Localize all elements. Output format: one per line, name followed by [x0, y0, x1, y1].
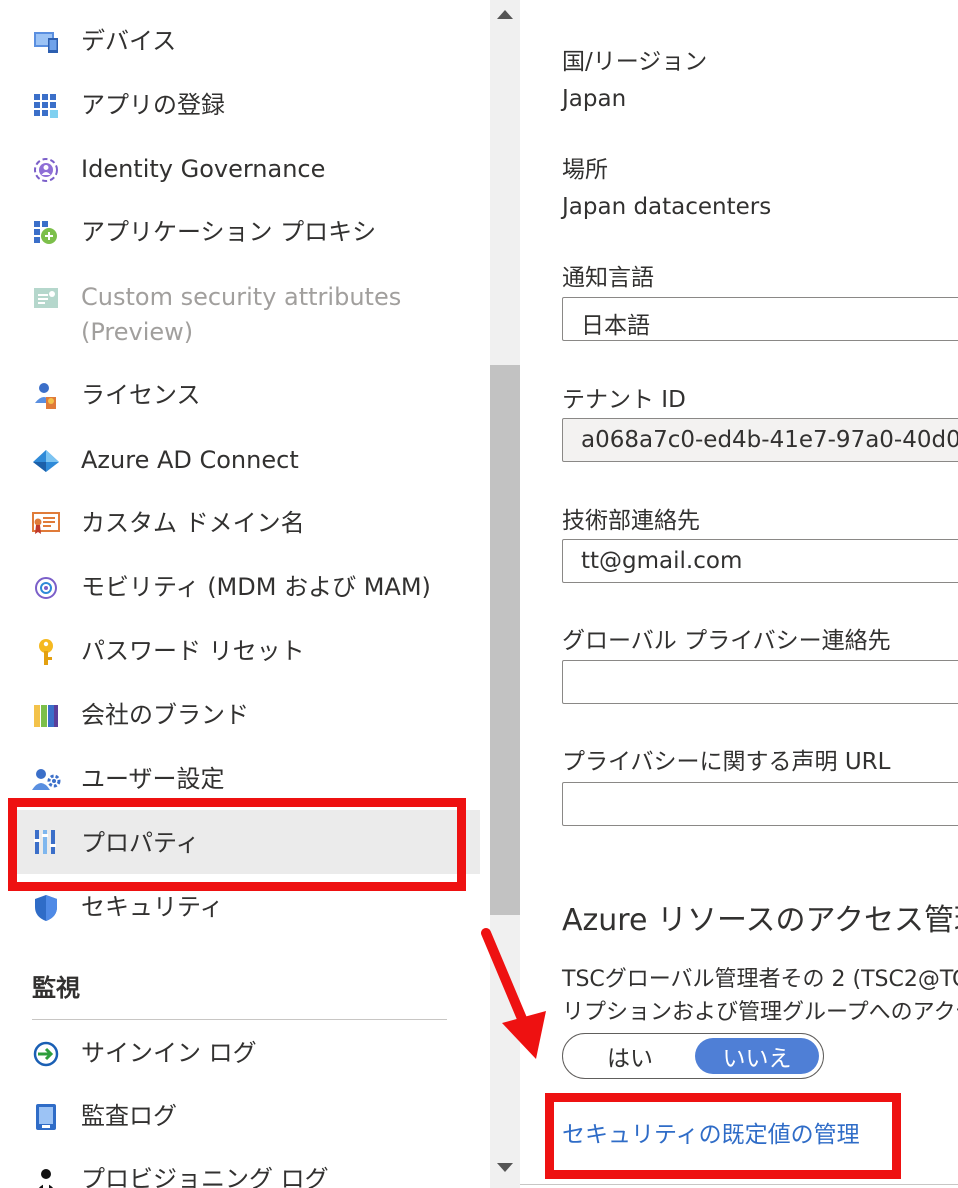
annotation-highlight-manage-link — [545, 1093, 901, 1179]
shield-icon — [30, 892, 62, 924]
sidebar-item-label: Identity Governance — [81, 155, 326, 183]
global-privacy-contact-label: グローバル プライバシー連絡先 — [562, 628, 891, 654]
app-proxy-icon — [30, 217, 62, 249]
sidebar-item-app-registrations[interactable]: アプリの登録 — [10, 88, 480, 128]
app-registration-icon — [30, 90, 62, 122]
panel-bottom-divider — [520, 1184, 958, 1185]
sidebar-item-user-settings[interactable]: ユーザー設定 — [10, 762, 480, 802]
sidebar-item-label: デバイス — [81, 27, 177, 55]
provisioning-icon — [30, 1164, 62, 1188]
azure-access-description-line1: TSCグローバル管理者その 2 (TSC2@TC — [562, 967, 958, 992]
sidebar-item-label: Azure AD Connect — [81, 446, 299, 474]
tenant-id-field[interactable]: a068a7c0-ed4b-41e7-97a0-40d0 — [562, 418, 958, 462]
audit-log-icon — [30, 1101, 62, 1133]
tenant-id-label: テナント ID — [562, 387, 686, 413]
sidebar-item-label: 監査ログ — [81, 1102, 177, 1130]
country-value: Japan — [562, 86, 627, 112]
scrollbar-thumb[interactable] — [490, 365, 520, 915]
toggle-option-yes[interactable]: はい — [567, 1038, 693, 1074]
key-icon — [30, 636, 62, 668]
azure-access-description-line2: リプションおよび管理グループへのアクセス — [562, 1000, 958, 1025]
device-icon — [30, 26, 62, 58]
notification-language-value: 日本語 — [581, 313, 650, 339]
technical-contact-input[interactable]: tt@gmail.com — [562, 539, 958, 583]
privacy-statement-url-input[interactable] — [562, 782, 958, 826]
sidebar-item-password-reset[interactable]: パスワード リセット — [10, 634, 480, 674]
azure-access-toggle[interactable]: はい いいえ — [562, 1033, 824, 1079]
sidebar-nav: デバイス アプリの登録 Identity Governance アプリケーション… — [0, 0, 490, 1188]
notification-language-dropdown[interactable]: 日本語 — [562, 297, 958, 341]
sidebar-item-label: セキュリティ — [81, 893, 224, 921]
sidebar-item-app-proxy[interactable]: アプリケーション プロキシ — [10, 215, 480, 255]
toolbar-cutoff — [562, 0, 922, 14]
branding-icon — [30, 700, 62, 732]
sidebar-item-label: アプリの登録 — [81, 91, 225, 119]
sidebar-item-audit-logs[interactable]: 監査ログ — [10, 1099, 480, 1139]
custom-security-attributes-icon — [30, 282, 62, 314]
sidebar-item-label: プロビジョニング ログ — [81, 1165, 329, 1188]
sidebar-item-label: ユーザー設定 — [81, 765, 225, 793]
sidebar-item-custom-security-attributes[interactable]: Custom security attributes (Preview) — [10, 280, 480, 352]
country-label: 国/リージョン — [562, 49, 708, 75]
sidebar-item-label: 会社のブランド — [81, 701, 249, 729]
azure-access-management-heading: Azure リソースのアクセス管理 — [562, 903, 958, 938]
sidebar-item-sign-in-logs[interactable]: サインイン ログ — [10, 1036, 480, 1076]
annotation-highlight-properties — [8, 798, 466, 891]
notification-language-label: 通知言語 — [562, 265, 654, 291]
section-divider — [32, 1019, 447, 1020]
sidebar-item-devices[interactable]: デバイス — [10, 24, 480, 64]
sidebar-item-company-branding[interactable]: 会社のブランド — [10, 698, 480, 738]
sidebar-item-label: カスタム ドメイン名 — [81, 509, 305, 537]
technical-contact-label: 技術部連絡先 — [562, 508, 700, 534]
mobility-icon — [30, 572, 62, 604]
sidebar-item-label: パスワード リセット — [81, 637, 305, 665]
scroll-up-arrow-icon[interactable] — [497, 10, 513, 19]
sidebar-item-label: モビリティ (MDM および MAM) — [81, 573, 431, 601]
sidebar-item-security[interactable]: セキュリティ — [10, 890, 480, 930]
sidebar-item-label: サインイン ログ — [81, 1039, 257, 1067]
location-value: Japan datacenters — [562, 194, 772, 220]
sign-in-icon — [30, 1038, 62, 1070]
sidebar-item-azure-ad-connect[interactable]: Azure AD Connect — [10, 443, 480, 483]
custom-domain-icon — [30, 508, 62, 540]
privacy-statement-url-label: プライバシーに関する声明 URL — [562, 749, 891, 775]
properties-panel: 国/リージョン Japan 場所 Japan datacenters 通知言語 … — [520, 0, 958, 1188]
azure-ad-connect-icon — [30, 445, 62, 477]
sidebar-item-licenses[interactable]: ライセンス — [10, 378, 480, 418]
location-label: 場所 — [562, 157, 608, 183]
user-settings-icon — [30, 764, 62, 796]
technical-contact-value: tt@gmail.com — [581, 548, 743, 574]
sidebar-item-custom-domain-names[interactable]: カスタム ドメイン名 — [10, 506, 480, 546]
sidebar-item-mobility[interactable]: モビリティ (MDM および MAM) — [10, 570, 480, 610]
sidebar-item-label: ライセンス — [81, 381, 201, 409]
license-icon — [30, 380, 62, 412]
annotation-arrow-icon — [481, 928, 546, 1059]
sidebar-item-identity-governance[interactable]: Identity Governance — [10, 152, 480, 192]
global-privacy-contact-input[interactable] — [562, 660, 958, 704]
sidebar-item-label-preview: (Preview) — [81, 318, 194, 346]
sidebar-item-label: Custom security attributes — [81, 283, 402, 311]
sidebar-item-provisioning-logs[interactable]: プロビジョニング ログ — [10, 1162, 480, 1188]
identity-governance-icon — [30, 154, 62, 186]
tenant-id-value: a068a7c0-ed4b-41e7-97a0-40d0 — [581, 427, 958, 453]
section-heading-monitor: 監視 — [32, 974, 80, 1002]
scroll-down-arrow-icon[interactable] — [497, 1163, 513, 1172]
sidebar-item-label: アプリケーション プロキシ — [81, 218, 377, 246]
toggle-option-no[interactable]: いいえ — [695, 1038, 819, 1074]
